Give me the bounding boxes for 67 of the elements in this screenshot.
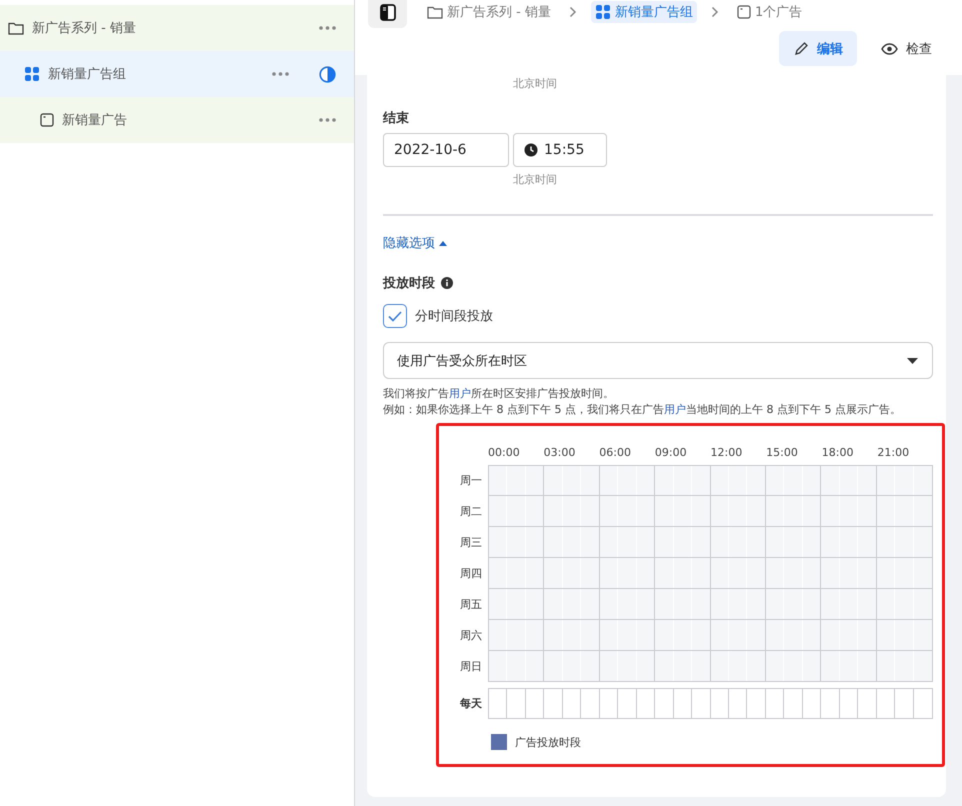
checkbox[interactable] — [383, 304, 407, 328]
end-label: 结束 — [383, 111, 409, 126]
hour-grid-row[interactable] — [488, 527, 933, 558]
hour-grid-row[interactable] — [488, 620, 933, 651]
audience-link[interactable]: 用户 — [449, 387, 471, 400]
hour-label: 00:00 — [488, 446, 521, 458]
day-label: 周四 — [459, 566, 482, 581]
hour-label: 15:00 — [766, 446, 799, 458]
grid-icon — [594, 4, 611, 20]
legend-label: 广告投放时段 — [515, 734, 581, 750]
more-icon[interactable] — [319, 118, 336, 122]
sidebar-item[interactable]: 新广告系列 - 销量 — [0, 5, 354, 51]
info-icon — [441, 277, 453, 289]
grid-icon — [24, 66, 40, 82]
sidebar-icon — [380, 4, 396, 20]
timezone-note: 北京时间 — [513, 172, 558, 187]
hour-label: 03:00 — [544, 446, 576, 458]
breadcrumb-link[interactable]: 新销量广告组 — [590, 1, 697, 23]
clock-icon — [524, 143, 538, 157]
hour-grid-row[interactable] — [488, 496, 933, 527]
hour-label: 06:00 — [599, 446, 632, 458]
chevron-right-icon — [710, 6, 719, 18]
hide-options-link[interactable]: 隐藏选项 — [383, 234, 447, 252]
audience-link[interactable]: 用户 — [664, 403, 686, 416]
breadcrumb-link[interactable]: 1个广告 — [732, 1, 806, 23]
folder-icon — [8, 21, 24, 35]
folder-icon — [427, 5, 443, 19]
day-label: 周三 — [459, 535, 482, 550]
date-field[interactable]: 2022-10-6 — [383, 133, 509, 167]
caret-icon — [439, 240, 447, 246]
caret-icon — [907, 358, 918, 364]
hour-label: 09:00 — [654, 446, 688, 458]
timezone-select[interactable]: 使用广告受众所在时区 — [383, 342, 933, 379]
check-icon — [388, 310, 402, 322]
checkbox-label: 分时间段投放 — [415, 308, 493, 325]
pencil-icon — [793, 40, 809, 56]
day-label: 周五 — [459, 597, 482, 612]
sidebar-item[interactable]: 新销量广告 — [0, 97, 354, 143]
review-button[interactable]: 检查 — [867, 31, 946, 66]
more-icon[interactable] — [272, 72, 289, 76]
hour-grid-row[interactable] — [488, 558, 933, 589]
eye-icon — [881, 42, 898, 54]
time-field[interactable]: 15:55 — [513, 133, 607, 167]
window-icon — [736, 5, 751, 19]
day-label: 周六 — [459, 628, 482, 643]
sidebar-item[interactable]: 新销量广告组 — [0, 51, 354, 97]
sidebar-toggle-button[interactable] — [368, 0, 407, 28]
more-icon[interactable] — [319, 26, 336, 30]
hour-grid-row[interactable] — [488, 589, 933, 620]
day-label: 周日 — [459, 659, 482, 674]
help-text: 我们将按广告用户所在时区安排广告投放时间。 例如：如果你选择上午 8 点到下午 5 点，我们将只在广告用户当地时间的上午 8 点到下午 5 点展示广告。 — [383, 386, 902, 418]
hour-grid-row[interactable] — [488, 651, 933, 682]
day-label: 周二 — [459, 504, 482, 519]
hour-label: 21:00 — [877, 446, 910, 458]
day-label: 周一 — [459, 473, 482, 488]
breadcrumb-link[interactable]: 新广告系列 - 销量 — [423, 1, 555, 23]
edit-button[interactable]: 编辑 — [779, 31, 857, 66]
schedule-title: 投放时段 — [383, 275, 435, 292]
hour-label: 18:00 — [822, 446, 854, 458]
hour-grid-row[interactable] — [488, 465, 933, 496]
chevron-right-icon — [568, 6, 577, 18]
every-day-row[interactable] — [488, 688, 933, 719]
window-icon — [40, 113, 54, 127]
hour-label: 12:00 — [710, 446, 744, 458]
every-day-label: 每天 — [459, 696, 482, 711]
half-circle-icon — [319, 66, 336, 82]
timezone-note: 北京时间 — [513, 76, 558, 91]
